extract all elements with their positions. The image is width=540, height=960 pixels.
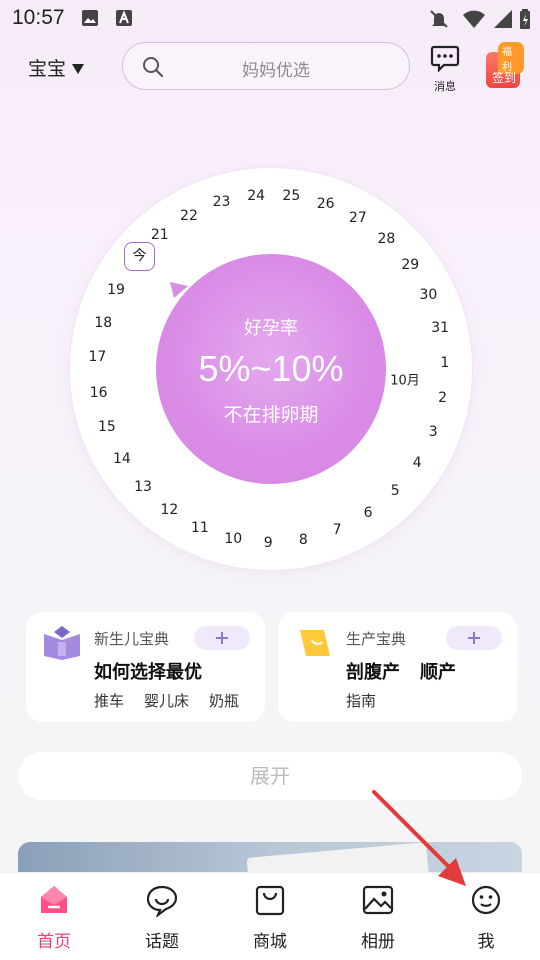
search-bar[interactable]: 妈妈优选: [122, 42, 410, 90]
fertility-rate-value: 5%~10%: [198, 348, 344, 389]
card-title-text[interactable]: 剖腹产: [346, 662, 400, 683]
card-tag[interactable]: 奶瓶: [209, 690, 239, 711]
status-time: 10:57: [12, 6, 65, 29]
cycle-day-1: 1: [440, 354, 450, 371]
moon-icon: [300, 630, 330, 656]
cycle-day-13: 13: [134, 478, 152, 495]
messages-label: 消息: [434, 80, 456, 93]
card-title-text[interactable]: 顺产: [420, 662, 456, 683]
cycle-day-11: 11: [190, 519, 209, 536]
checkin-button[interactable]: 福利 签到: [484, 42, 524, 90]
childbirth-guide-card[interactable]: 生产宝典 剖腹产 顺产 指南: [278, 612, 517, 722]
messages-button[interactable]: 消息: [428, 44, 462, 94]
cycle-day-9: 9: [263, 534, 273, 551]
today-marker[interactable]: 今: [124, 242, 155, 271]
cycle-day-15: 15: [97, 418, 116, 435]
add-button[interactable]: [446, 626, 502, 650]
nav-album-label: 相册: [361, 932, 395, 952]
mute-bell-icon: [430, 10, 448, 28]
baby-selector-label: 宝宝: [28, 58, 67, 80]
cycle-day-4: 4: [412, 455, 422, 472]
card-title: 剖腹产 顺产: [346, 658, 476, 684]
card-tag-list: 指南: [346, 690, 376, 711]
message-icon: [430, 45, 460, 73]
month-label: 10月: [390, 373, 420, 389]
cycle-day-19: 19: [107, 281, 125, 298]
cycle-day-3: 3: [428, 423, 438, 440]
cycle-day-29: 29: [401, 256, 420, 273]
card-tag[interactable]: 指南: [346, 690, 376, 711]
cycle-day-27: 27: [348, 210, 367, 227]
card-category: 生产宝典: [346, 630, 407, 648]
cycle-day-12: 12: [160, 502, 179, 519]
cycle-day-28: 28: [377, 230, 396, 247]
card-category: 新生儿宝典: [94, 630, 170, 648]
wifi-icon: [463, 10, 485, 28]
cycle-day-22: 22: [180, 207, 198, 224]
search-placeholder: 妈妈优选: [242, 61, 310, 81]
nav-home[interactable]: 首页: [14, 883, 94, 952]
cycle-day-2: 2: [438, 390, 448, 407]
card-title-text: 如何选择最优: [94, 662, 202, 683]
cycle-day-26: 26: [316, 195, 335, 212]
image-notification-icon: [82, 10, 98, 26]
cycle-day-30: 30: [419, 286, 438, 303]
top-bar: 宝宝 妈妈优选 消息 福利 签到: [0, 40, 540, 96]
nav-me-label: 我: [477, 932, 495, 952]
nav-mall-label: 商城: [253, 932, 287, 952]
fertility-rate-circle[interactable]: 好孕率 5%~10% 不在排卵期: [156, 254, 386, 484]
cycle-day-7: 7: [332, 521, 342, 538]
cycle-day-18: 18: [94, 314, 113, 331]
chat-bubble-icon: [146, 885, 178, 917]
caret-down-icon: [72, 63, 85, 74]
text-notification-icon: [116, 10, 132, 26]
card-tag[interactable]: 婴儿床: [144, 690, 189, 711]
shopping-bag-icon: [255, 885, 285, 916]
nav-topics[interactable]: 话题: [122, 883, 202, 952]
nav-mall[interactable]: 商城: [230, 883, 310, 952]
nav-topics-label: 话题: [145, 932, 179, 952]
cycle-day-21: 21: [150, 227, 169, 244]
card-title: 如何选择最优: [94, 658, 222, 684]
cycle-day-25: 25: [282, 188, 301, 205]
card-tag[interactable]: 推车: [94, 690, 124, 711]
signal-icon: [494, 10, 512, 28]
cycle-day-5: 5: [390, 482, 400, 499]
baby-selector[interactable]: 宝宝: [28, 54, 85, 81]
add-button[interactable]: [194, 626, 250, 650]
fertility-rate-title: 好孕率: [244, 318, 298, 339]
battery-icon: [520, 9, 530, 29]
cycle-day-14: 14: [112, 450, 131, 467]
cycle-day-16: 16: [89, 384, 108, 401]
cycle-day-23: 23: [212, 194, 231, 211]
checkin-label: 签到: [491, 71, 516, 85]
cycle-day-8: 8: [298, 531, 308, 548]
newborn-guide-card[interactable]: 新生儿宝典 如何选择最优 推车 婴儿床 奶瓶: [26, 612, 265, 722]
home-icon: [41, 886, 67, 913]
card-tag-list: 推车 婴儿床 奶瓶: [94, 690, 239, 711]
cycle-day-17: 17: [88, 349, 107, 366]
annotation-arrow-icon: [372, 790, 466, 886]
nav-home-label: 首页: [37, 932, 71, 952]
ovulation-status: 不在排卵期: [223, 404, 319, 426]
cycle-day-31: 31: [431, 320, 450, 337]
cycle-day-6: 6: [363, 505, 373, 522]
cycle-day-24: 24: [247, 187, 266, 204]
cycle-day-10: 10: [224, 530, 243, 547]
book-icon: [44, 626, 80, 660]
status-bar: 10:57: [0, 0, 540, 36]
